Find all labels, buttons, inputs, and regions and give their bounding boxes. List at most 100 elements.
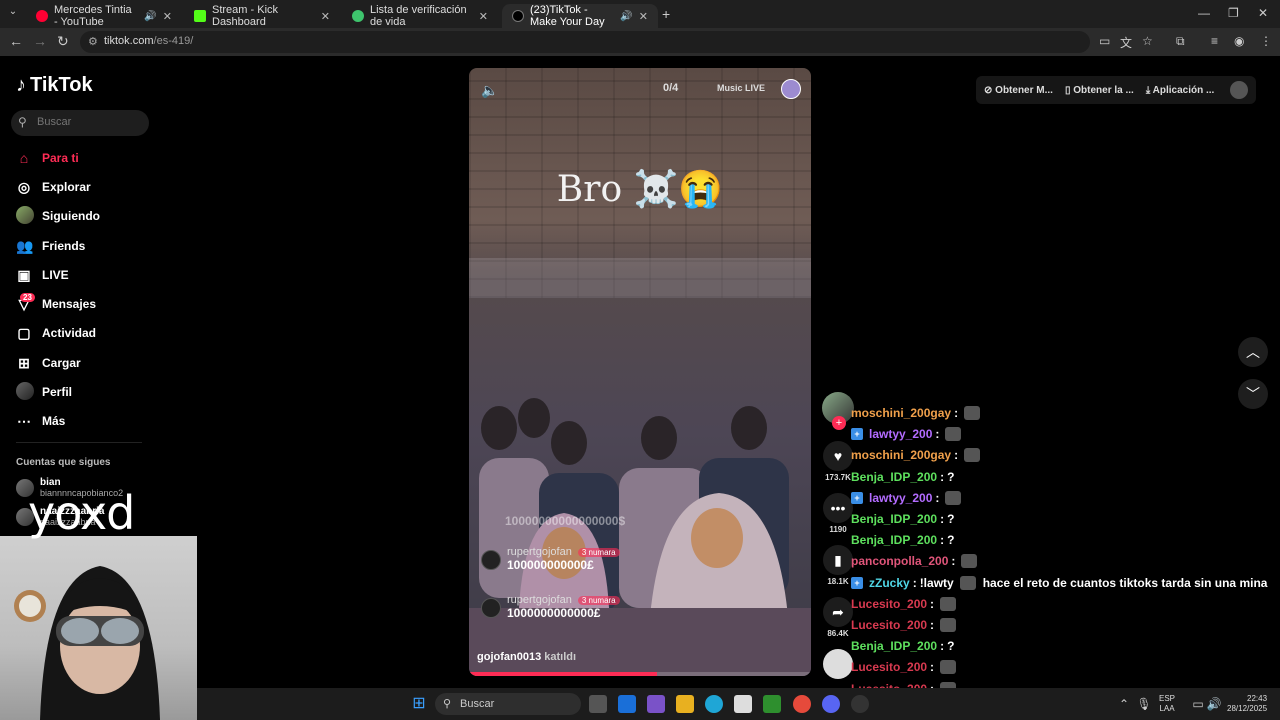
edge-icon[interactable] [705,695,723,713]
menu-dots-icon[interactable]: ⋮ [1260,34,1272,48]
browser-tab-checklist[interactable]: Lista de verificación de vida ✕ [342,4,498,28]
video-player[interactable]: Bro ☠️😭 🔈 0/4 Music LIVE 100000000000000… [469,68,811,676]
back-icon[interactable]: ← [9,33,23,49]
follow-plus-icon[interactable]: + [832,416,846,430]
bookmark-star-icon[interactable]: ☆ [1142,34,1153,48]
extensions-icon[interactable]: ⧉ [1176,34,1185,49]
store-icon[interactable] [734,695,752,713]
get-coins-button[interactable]: ⊘ Obtener M... [984,85,1053,96]
teams-icon[interactable] [647,695,665,713]
profile-avatar-icon[interactable]: ◉ [1234,34,1244,48]
sidebar-item-friends[interactable]: 👥 Friends [16,236,85,256]
chat-emote-icon [945,491,962,505]
sidebar-item-live[interactable]: ▣ LIVE [16,265,68,285]
tab-search-icon[interactable]: ⌄ [4,6,22,22]
forward-icon[interactable]: → [33,33,47,49]
outlook-icon[interactable] [618,695,636,713]
browser-tab-tiktok[interactable]: (23)TikTok - Make Your Day 🔊 ✕ [502,4,658,28]
close-tab-icon[interactable]: ✕ [479,10,488,23]
microphone-icon[interactable]: 🎙 [1135,695,1153,713]
speaker-icon[interactable]: 🔊 [144,11,156,22]
system-clock[interactable]: 22:43 28/12/2025 [1227,694,1267,714]
chat-message: Benja_IDP_200:? [851,530,954,550]
discord-icon[interactable] [822,695,840,713]
chat-username[interactable]: moschini_200gay [851,448,951,462]
sidebar-item-siguiendo[interactable]: Siguiendo [16,205,100,226]
chat-username[interactable]: Lucesito_200 [851,618,927,632]
taskbar-search[interactable]: ⚲ Buscar [435,693,581,715]
chat-username[interactable]: Benja_IDP_200 [851,533,937,547]
chat-username[interactable]: Benja_IDP_200 [851,639,937,653]
live-icon: ▣ [17,266,31,283]
sidebar-item-cargar[interactable]: ⊞ Cargar [16,353,81,373]
music-live-avatar[interactable] [781,79,801,99]
chat-username[interactable]: Benja_IDP_200 [851,470,937,484]
chat-username[interactable]: Lucesito_200 [851,660,927,674]
close-tab-icon[interactable]: ✕ [321,10,330,23]
volume-icon[interactable]: 🔈 [481,82,498,99]
check-favicon-icon [352,10,364,22]
close-tab-icon[interactable]: ✕ [163,10,172,23]
chat-username[interactable]: lawtyy_200 [869,427,932,441]
next-video-button[interactable]: ﹀ [1238,379,1268,409]
site-info-icon[interactable]: ⚙ [88,35,98,48]
video-progress-bar[interactable] [469,672,811,676]
chrome-icon[interactable] [793,695,811,713]
chat-username[interactable]: zZucky [869,576,910,590]
media-control-icon[interactable]: ≡ [1211,34,1218,48]
music-disc[interactable] [822,649,854,679]
browser-tab-youtube[interactable]: Mercedes Tintia - YouTube 🔊 ✕ [26,4,182,28]
tray-chevron-icon[interactable]: ⌃ [1115,695,1133,713]
previous-video-button[interactable]: ︿ [1238,337,1268,367]
browser-tab-kick[interactable]: Stream - Kick Dashboard ✕ [184,4,340,28]
language-indicator[interactable]: ESP LAA [1159,694,1175,714]
music-disc-icon [823,649,853,679]
tiktok-logo[interactable]: ♪ TikTok [16,74,93,97]
tiktok-favicon-icon [512,10,524,22]
comment-button[interactable]: ••• 1190 [822,493,854,534]
sidebar-item-mas[interactable]: ⋯ Más [16,411,65,431]
sidebar-item-perfil[interactable]: Perfil [16,381,72,402]
video-progress-fill [469,672,658,676]
search-box[interactable]: ⚲ [11,110,149,136]
omnibox[interactable]: ⚙ tiktok.com/es-419/ [80,31,1090,53]
desktop-app-button[interactable]: ⤓ Aplicación ... [1146,85,1215,96]
chat-username[interactable]: moschini_200gay [851,406,951,420]
chat-emote-icon [964,448,981,462]
reload-icon[interactable]: ↻ [57,33,69,50]
sidebar-item-para-ti[interactable]: ⌂ Para ti [16,148,79,168]
chat-username[interactable]: panconpolla_200 [851,554,948,568]
sidebar-divider [16,442,142,443]
speaker-icon[interactable]: 🔊 [620,11,632,22]
new-tab-icon[interactable]: + [662,6,670,22]
cast-icon[interactable]: ▭ [1099,34,1110,48]
chat-message: Lucesito_200: [851,594,957,614]
save-button[interactable]: ▮ 18.1K [822,545,854,586]
music-live-label[interactable]: Music LIVE [717,83,765,93]
minimize-icon[interactable]: — [1198,6,1210,20]
like-button[interactable]: ♥ 173.7K [822,441,854,482]
search-input[interactable] [37,116,142,128]
sidebar-item-actividad[interactable]: ▢ Actividad [16,323,96,343]
restore-icon[interactable]: ❐ [1228,6,1239,20]
obs-icon[interactable] [851,695,869,713]
speaker-icon[interactable]: 🔊 [1205,695,1223,713]
task-view-icon[interactable] [589,695,607,713]
share-button[interactable]: ➦ 86.4K [822,597,854,638]
translate-icon[interactable]: 文 [1120,34,1132,51]
avatar [481,550,501,570]
close-window-icon[interactable]: ✕ [1258,6,1268,20]
sidebar-item-explorar[interactable]: ◎ Explorar [16,177,91,197]
chat-username[interactable]: lawtyy_200 [869,491,932,505]
friends-icon: 👥 [16,237,34,254]
chat-username[interactable]: Lucesito_200 [851,597,927,611]
kick-favicon-icon [194,10,206,22]
url-text[interactable]: tiktok.com/es-419/ [104,35,193,47]
close-tab-icon[interactable]: ✕ [639,10,648,23]
get-app-button[interactable]: ▯ Obtener la ... [1065,85,1134,96]
xbox-icon[interactable] [763,695,781,713]
file-explorer-icon[interactable] [676,695,694,713]
user-avatar[interactable] [1230,81,1248,99]
chat-username[interactable]: Benja_IDP_200 [851,512,937,526]
windows-start-icon[interactable]: ⊞ [410,695,428,713]
